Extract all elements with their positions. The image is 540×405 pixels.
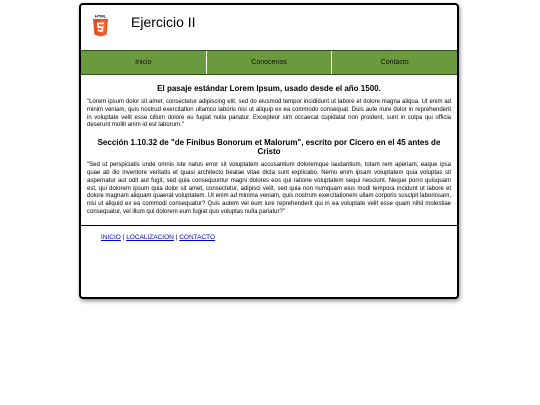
footer: INICIO | LOCALIZACION | CONTACTO	[81, 226, 457, 241]
nav-item-conocenos[interactable]: Conocenos	[206, 51, 333, 74]
html5-logo-icon: HTML	[92, 13, 109, 37]
paragraph-1: "Lorem ipsum dolor sit amet, consectetur…	[87, 99, 451, 129]
nav-item-contacto[interactable]: Contacto	[332, 51, 457, 74]
section-heading-1: El pasaje estándar Lorem Ipsum, usado de…	[157, 84, 381, 93]
section-heading-2: Sección 1.10.32 de "de Finibus Bonorum e…	[97, 138, 441, 157]
footer-link-contacto[interactable]: CONTACTO	[179, 234, 215, 241]
main-content: El pasaje estándar Lorem Ipsum, usado de…	[81, 75, 457, 217]
main-nav: Inicio Conocenos Contacto	[81, 50, 457, 75]
logo-text: HTML	[95, 14, 107, 19]
site-title: Ejercicio II	[131, 14, 196, 30]
nav-item-inicio[interactable]: Inicio	[81, 51, 207, 74]
footer-link-localizacion[interactable]: LOCALIZACION	[126, 234, 174, 241]
paragraph-2: "Sed ut perspiciatis unde omnis iste nat…	[87, 162, 451, 215]
page-container: HTML Ejercicio II Inicio Conocenos Conta…	[79, 3, 459, 299]
header: HTML Ejercicio II	[81, 5, 457, 49]
footer-link-inicio[interactable]: INICIO	[101, 234, 121, 241]
